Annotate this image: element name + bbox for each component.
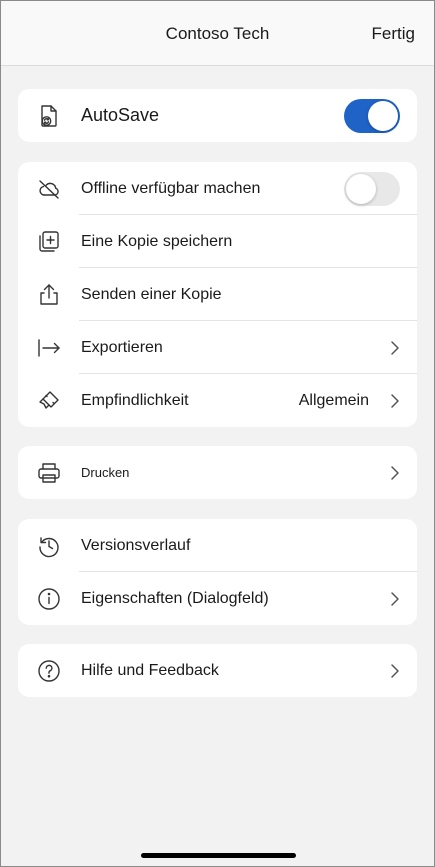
version-history-row[interactable]: Versionsverlauf (18, 519, 417, 572)
info-icon (36, 586, 62, 612)
help-card: Hilfe und Feedback (18, 644, 417, 697)
file-options-card: Offline verfügbar machen Eine Kopie spei… (18, 162, 417, 427)
help-question-icon (36, 658, 62, 684)
send-copy-label: Senden einer Kopie (81, 285, 222, 303)
export-label: Exportieren (81, 338, 163, 356)
page-title: Contoso Tech (165, 24, 270, 43)
share-icon (36, 282, 62, 308)
help-row[interactable]: Hilfe und Feedback (18, 644, 417, 697)
sensitivity-brush-icon (36, 388, 62, 414)
chevron-right-icon (391, 465, 399, 480)
done-button[interactable]: Fertig (372, 24, 415, 44)
cloud-off-icon (36, 176, 62, 202)
autosave-card: AutoSave (18, 89, 417, 142)
version-history-label: Versionsverlauf (81, 536, 191, 554)
history-card: Versionsverlauf Eigenschaften (Dialogfel… (18, 519, 417, 625)
print-row[interactable]: Drucken (18, 446, 417, 499)
chevron-right-icon (391, 663, 399, 678)
save-copy-icon (36, 229, 62, 255)
autosave-toggle-knob (368, 100, 398, 131)
save-copy-row[interactable]: Eine Kopie speichern (18, 215, 417, 268)
offline-toggle[interactable] (344, 171, 400, 206)
file-menu-screen: Contoso Tech Fertig AutoSave Offline ver… (0, 0, 435, 867)
sensitivity-label: Empfindlichkeit (81, 391, 189, 409)
offline-label: Offline verfügbar machen (81, 179, 261, 197)
save-copy-label: Eine Kopie speichern (81, 232, 233, 250)
export-arrow-icon (36, 335, 62, 361)
history-clock-icon (36, 533, 62, 559)
chevron-right-icon (391, 340, 399, 355)
properties-label: Eigenschaften (Dialogfeld) (81, 589, 269, 607)
print-card: Drucken (18, 446, 417, 499)
print-label: Drucken (81, 465, 130, 480)
properties-row[interactable]: Eigenschaften (Dialogfeld) (18, 572, 417, 625)
sensitivity-row[interactable]: Empfindlichkeit Allgemein (18, 374, 417, 427)
chevron-right-icon (391, 591, 399, 606)
export-row[interactable]: Exportieren (18, 321, 417, 374)
chevron-right-icon (391, 393, 399, 408)
autosave-file-icon (36, 103, 62, 129)
autosave-toggle[interactable] (344, 98, 400, 133)
printer-icon (36, 460, 62, 486)
sensitivity-value: Allgemein (298, 391, 369, 409)
autosave-row: AutoSave (18, 89, 417, 142)
help-label: Hilfe und Feedback (81, 661, 219, 679)
send-copy-row[interactable]: Senden einer Kopie (18, 268, 417, 321)
offline-row: Offline verfügbar machen (18, 162, 417, 215)
header-bar: Contoso Tech Fertig (1, 1, 434, 66)
autosave-label: AutoSave (81, 105, 160, 125)
offline-toggle-knob (346, 173, 376, 204)
home-indicator (141, 853, 296, 858)
